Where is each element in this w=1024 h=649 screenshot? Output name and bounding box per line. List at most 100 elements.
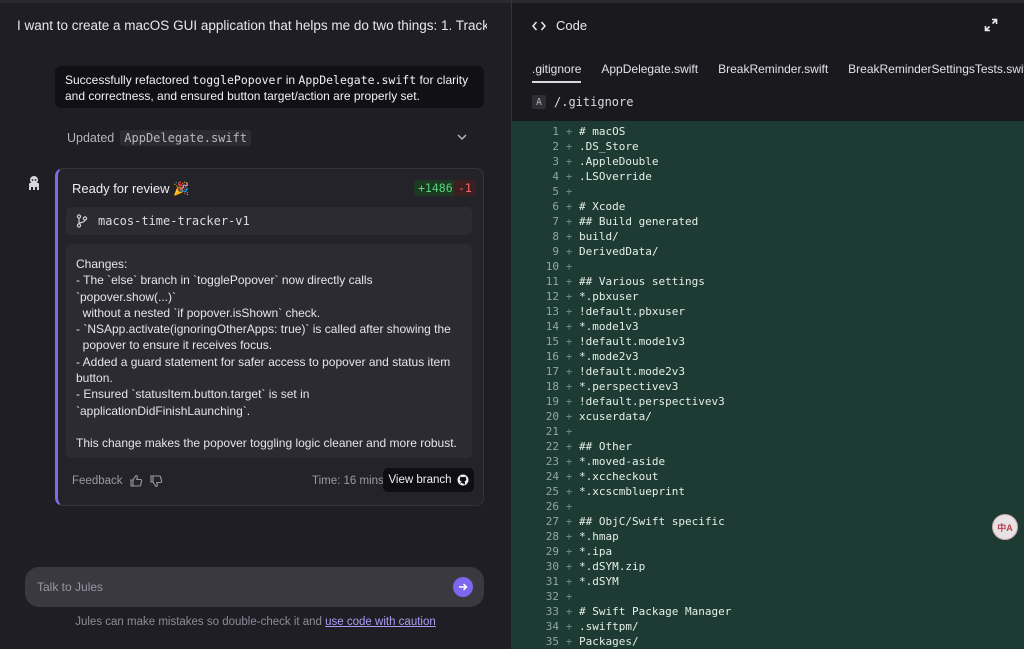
translate-icon[interactable]: 中A [992,514,1018,540]
line-text: xcuserdata/ [579,410,652,423]
added-line-marker: + [565,620,573,633]
line-number: 13 [545,305,559,318]
added-line-marker: + [565,455,573,468]
code-diff-view[interactable]: 1 + # macOS 2 + .DS_Store 3 + .AppleDouble 4 + .LSO… [512,121,1024,649]
line-text: !default.perspectivev3 [579,395,725,408]
code-line: 25 + *.xcscmblueprint [512,484,1024,499]
line-text: DerivedData/ [579,245,659,258]
added-line-marker: + [565,515,573,528]
updated-label: Updated [67,131,115,145]
line-number: 15 [545,335,559,348]
code-pane: Code .gitignore AppDelegate.swift BreakR… [512,0,1024,649]
tab-breakreminder-settings-tests[interactable]: BreakReminderSettingsTests.swift [848,62,1024,81]
line-text: # Swift Package Manager [579,605,732,618]
line-number: 19 [545,395,559,408]
code-line: 16 + *.mode2v3 [512,349,1024,364]
added-line-marker: + [565,320,573,333]
code-line: 19 + !default.perspectivev3 [512,394,1024,409]
code-line: 6 + # Xcode [512,199,1024,214]
line-number: 28 [545,530,559,543]
updated-file-name: AppDelegate.swift [120,130,252,146]
line-number: 9 [552,245,559,258]
added-line-marker: + [565,590,573,603]
summary-text-pre: Successfully refactored [65,73,193,87]
code-line: 29 + *.ipa [512,544,1024,559]
code-line: 13 + !default.pbxuser [512,304,1024,319]
code-line: 30 + *.dSYM.zip [512,559,1024,574]
expand-icon[interactable] [984,18,998,32]
added-line-marker: + [565,410,573,423]
line-number: 16 [545,350,559,363]
code-line: 3 + .AppleDouble [512,154,1024,169]
line-text: *.ipa [579,545,613,558]
line-text: .LSOverride [579,170,652,183]
code-line: 18 + *.perspectivev3 [512,379,1024,394]
line-text: *.hmap [579,530,619,543]
line-number: 33 [545,605,559,618]
review-card: Ready for review 🎉 +1486 -1 macos-time-t… [55,168,484,506]
line-number: 35 [545,635,559,648]
code-line: 23 + *.moved-aside [512,454,1024,469]
summary-text-mid: in [282,73,299,87]
tab-appdelegate[interactable]: AppDelegate.swift [601,62,698,81]
chat-input[interactable]: Talk to Jules [25,567,484,607]
use-code-with-caution-link[interactable]: use code with caution [325,616,436,628]
line-number: 26 [545,500,559,513]
code-line: 17 + !default.mode2v3 [512,364,1024,379]
added-line-marker: + [565,500,573,513]
git-branch-icon [76,214,88,228]
updated-file-row[interactable]: Updated AppDelegate.swift [67,128,473,148]
code-line: 1 + # macOS [512,124,1024,139]
code-line: 24 + *.xccheckout [512,469,1024,484]
branch-name: macos-time-tracker-v1 [98,214,250,228]
line-number: 4 [552,170,559,183]
feedback-row: Feedback [72,474,163,488]
code-brackets-icon [532,21,546,30]
added-line-marker: + [565,290,573,303]
thumbs-up-icon[interactable] [129,474,143,488]
view-branch-button[interactable]: View branch [383,468,474,492]
added-line-marker: + [565,530,573,543]
arrow-right-icon [459,583,468,591]
line-number: 3 [552,155,559,168]
added-line-marker: + [565,200,573,213]
added-line-marker: + [565,635,573,648]
added-line-marker: + [565,440,573,453]
line-number: 10 [545,260,559,273]
chat-input-placeholder: Talk to Jules [37,580,104,594]
code-line: 31 + *.dSYM [512,574,1024,589]
send-button[interactable] [453,577,473,597]
added-line-marker: + [565,275,573,288]
added-line-marker: + [565,260,573,273]
line-text: build/ [579,230,619,243]
line-text: *.xccheckout [579,470,659,483]
tab-breakreminder[interactable]: BreakReminder.swift [718,62,828,81]
thumbs-down-icon[interactable] [149,474,163,488]
disclaimer: Jules can make mistakes so double-check … [0,616,511,628]
line-number: 5 [552,185,559,198]
jules-avatar-icon [29,176,39,190]
code-line: 26 + [512,499,1024,514]
code-line: 35 + Packages/ [512,634,1024,649]
added-line-marker: + [565,560,573,573]
line-text: *.xcscmblueprint [579,485,685,498]
file-tabs: .gitignore AppDelegate.swift BreakRemind… [532,62,1024,83]
code-line: 28 + *.hmap [512,529,1024,544]
feedback-label: Feedback [72,475,123,487]
code-line: 4 + .LSOverride [512,169,1024,184]
view-branch-label: View branch [388,474,452,486]
code-line: 22 + ## Other [512,439,1024,454]
added-line-marker: + [565,185,573,198]
chat-pane: I want to create a macOS GUI application… [0,0,511,649]
chevron-down-icon[interactable] [455,130,469,144]
line-number: 25 [545,485,559,498]
code-line: 2 + .DS_Store [512,139,1024,154]
code-line: 27 + ## ObjC/Swift specific [512,514,1024,529]
added-line-marker: + [565,545,573,558]
prompt-title[interactable]: I want to create a macOS GUI application… [17,18,487,33]
tab-gitignore[interactable]: .gitignore [532,62,582,83]
line-text: .AppleDouble [579,155,659,168]
added-line-marker: + [565,230,573,243]
line-number: 14 [545,320,559,333]
added-line-marker: + [565,305,573,318]
